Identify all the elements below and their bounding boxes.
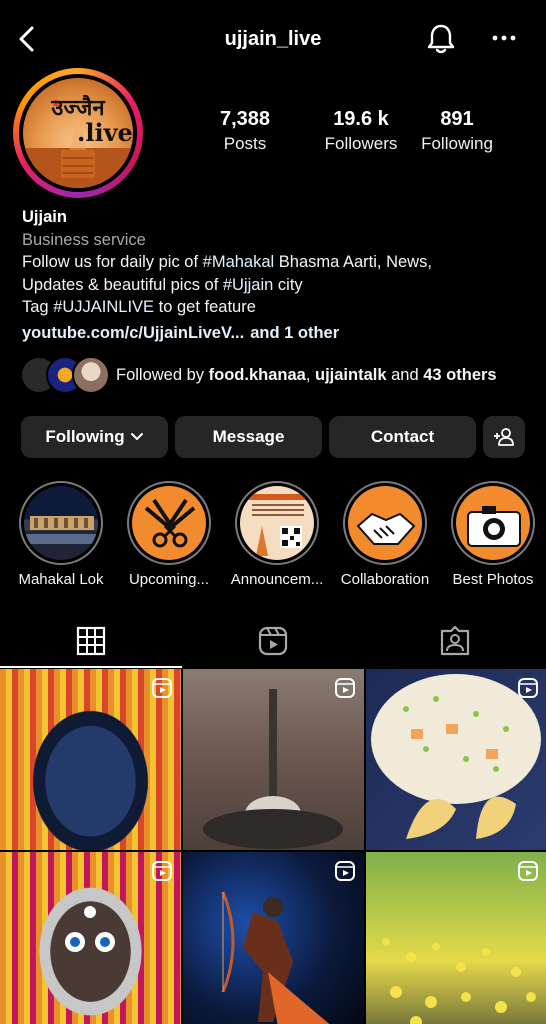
highlight-label: Best Photos [452, 571, 534, 588]
following-button[interactable]: Following [21, 416, 168, 458]
followers-label: Followers [324, 134, 398, 153]
followed-by-text: Followed by food.khanaa, ujjaintalk and … [116, 366, 497, 385]
following-label: Following [421, 134, 493, 153]
bio-line-3: Tag #UJJAINLIVE to get feature [22, 296, 532, 319]
followers-count: 19.6 k [333, 108, 389, 130]
post-thumbnail[interactable] [366, 669, 546, 850]
suggest-people-button[interactable] [483, 416, 525, 458]
tagged-icon[interactable] [438, 624, 472, 658]
profile-tabs [0, 612, 546, 668]
add-user-icon [494, 428, 514, 446]
following-stat[interactable]: 891 Following [414, 108, 500, 154]
post-thumbnail[interactable] [0, 852, 181, 1024]
followed-and: and [386, 366, 424, 384]
post-thumbnail[interactable] [0, 669, 181, 850]
bell-icon[interactable] [425, 22, 457, 56]
profile-username: ujjain_live [224, 28, 322, 50]
reels-icon [335, 861, 355, 881]
follower-username[interactable]: ujjaintalk [315, 366, 387, 384]
following-count: 891 [440, 108, 474, 130]
reels-icon [152, 678, 172, 698]
bio-text: Updates & beautiful pics of [22, 275, 223, 294]
active-tab-indicator [0, 666, 182, 668]
profile-avatar[interactable]: उज्जैन .live [13, 68, 143, 198]
reels-icon[interactable] [256, 624, 290, 658]
display-name: Ujjain [22, 208, 67, 226]
highlight-announcements[interactable]: Announcem... [231, 481, 323, 588]
followed-prefix: Followed by [116, 366, 209, 384]
followers-stat[interactable]: 19.6 k Followers [310, 108, 412, 154]
highlight-cover [456, 486, 530, 560]
profile-bio: Ujjain Business service Follow us for da… [22, 206, 532, 319]
post-thumbnail[interactable] [183, 852, 364, 1024]
highlight-cover [348, 486, 422, 560]
highlight-cover [240, 486, 314, 560]
bio-text: to get feature [154, 298, 256, 316]
chevron-down-icon [130, 433, 143, 440]
bio-text: Follow us for daily pic of [22, 253, 203, 271]
message-button[interactable]: Message [175, 416, 322, 458]
bio-line-1: Follow us for daily pic of #Mahakal Bhas… [22, 251, 532, 274]
reels-icon [152, 861, 172, 881]
bio-text: Tag [22, 298, 54, 316]
bio-line-2: Updates & beautiful pics of #Ujjain city [22, 274, 532, 297]
bio-link[interactable]: youtube.com/c/UjjainLiveV... [22, 324, 244, 342]
highlight-cover [132, 486, 206, 560]
grid-icon[interactable] [74, 624, 108, 658]
hashtag-ujjainlive[interactable]: #UJJAINLIVE [53, 298, 154, 316]
follower-avatar [72, 356, 110, 394]
contact-button[interactable]: Contact [329, 416, 476, 458]
reels-icon [518, 861, 538, 881]
hashtag-ujjain[interactable]: #Ujjain [223, 276, 273, 294]
highlight-upcoming[interactable]: Upcoming... [126, 481, 212, 588]
bio-links[interactable]: youtube.com/c/UjjainLiveV... and 1 other [22, 324, 339, 343]
reels-icon [518, 678, 538, 698]
bio-link-more[interactable]: and 1 other [250, 324, 339, 342]
follower-username[interactable]: food.khanaa [209, 366, 306, 384]
message-button-label: Message [212, 427, 285, 446]
highlight-cover [24, 486, 98, 560]
followed-separator: , [305, 366, 315, 384]
bio-text: Bhasma Aarti, News, [274, 253, 432, 271]
followers-others[interactable]: 43 others [423, 366, 496, 384]
contact-button-label: Contact [370, 427, 435, 446]
posts-label: Posts [223, 134, 267, 153]
following-button-label: Following [45, 427, 125, 446]
category-label: Business service [22, 230, 146, 249]
posts-stat[interactable]: 7,388 Posts [206, 108, 284, 154]
posts-count: 7,388 [219, 108, 271, 130]
more-horizontal-icon[interactable] [490, 28, 518, 48]
avatar-image: उज्जैन .live [23, 78, 133, 188]
followed-by[interactable]: Followed by food.khanaa, ujjaintalk and … [20, 356, 540, 396]
reels-icon [335, 678, 355, 698]
highlight-best-photos[interactable]: Best Photos [450, 481, 536, 588]
post-thumbnail[interactable] [183, 669, 364, 850]
post-thumbnail[interactable] [366, 852, 546, 1024]
bio-text: city [273, 275, 303, 294]
avatar-text-bottom: .live [77, 118, 133, 147]
highlight-collaboration[interactable]: Collaboration [341, 481, 429, 588]
highlight-mahakal-lok[interactable]: Mahakal Lok [18, 481, 104, 588]
hashtag-mahakal[interactable]: #Mahakal [203, 253, 275, 271]
